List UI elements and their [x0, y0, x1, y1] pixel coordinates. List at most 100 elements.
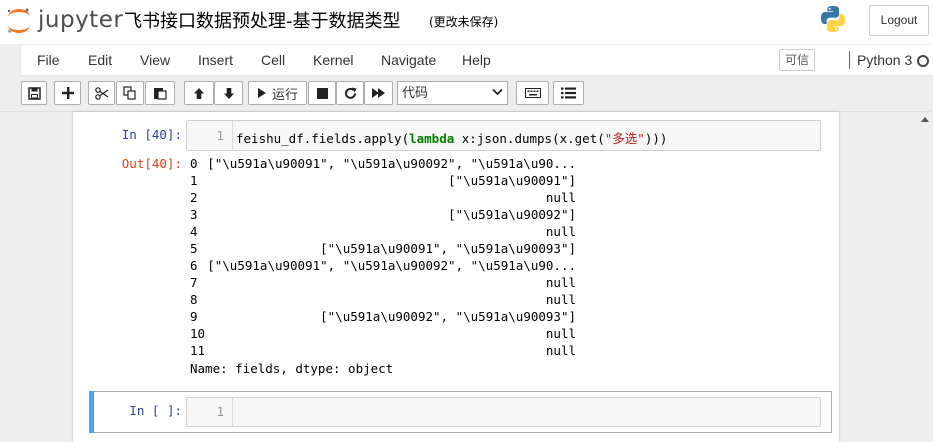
- menu-cell[interactable]: Cell: [261, 45, 285, 75]
- notebook-title[interactable]: 飞书接口数据预处理-基于数据类型: [124, 7, 401, 33]
- output-series-info: Name: fields, dtype: object: [190, 361, 394, 376]
- restart-button[interactable]: [336, 81, 364, 105]
- copy-icon: [123, 86, 136, 100]
- output-row: 9 ["\u591a\u90092", "\u591a\u90093"]: [190, 309, 576, 326]
- move-up-button[interactable]: [184, 81, 214, 105]
- output-row-index: 9: [190, 309, 198, 324]
- paste-button[interactable]: [145, 81, 175, 105]
- input-prompt: In [40]:: [121, 127, 182, 142]
- output-row-value: ["\u591a\u90092", "\u591a\u90093"]: [320, 309, 576, 324]
- save-icon: [27, 86, 41, 100]
- chevron-down-icon: [492, 88, 503, 96]
- output-row-index: 10: [190, 326, 206, 341]
- code-string: "多选": [604, 131, 645, 146]
- fast-forward-icon: [371, 88, 385, 98]
- output-row-index: 6: [190, 258, 198, 273]
- output-row-index: 1: [190, 173, 198, 188]
- output-row-value: null: [545, 224, 576, 239]
- play-icon: [258, 88, 266, 98]
- kernel-name[interactable]: Python 3: [857, 45, 912, 75]
- paste-icon: [154, 88, 167, 100]
- output-row: 5 ["\u591a\u90091", "\u591a\u90093"]: [190, 241, 576, 258]
- output-row-value: null: [545, 275, 576, 290]
- restart-run-all-button[interactable]: [364, 81, 393, 105]
- output-row-value: ["\u591a\u90091", "\u591a\u90093"]: [320, 241, 576, 256]
- code-token: x:json.dumps(x.get(: [454, 131, 605, 146]
- output-row-value: null: [545, 343, 576, 358]
- kernel-separator: [849, 51, 850, 69]
- output-row: 3 ["\u591a\u90092"]: [190, 207, 576, 224]
- output-row: 0 ["\u591a\u90091", "\u591a\u90092", "\u5…: [190, 156, 576, 173]
- code-line: feishu_df.fields.apply(lambda x:json.dum…: [236, 128, 667, 147]
- menu-kernel[interactable]: Kernel: [313, 45, 353, 75]
- line-number: 1: [216, 128, 224, 143]
- code-cell-input[interactable]: 1 feishu_df.fields.apply(lambda x:json.d…: [186, 120, 821, 151]
- header: jupyter 飞书接口数据预处理-基于数据类型 (更改未保存) Logout: [0, 0, 933, 44]
- run-button[interactable]: 运行: [248, 81, 307, 105]
- output-row-index: 5: [190, 241, 198, 256]
- menu-help[interactable]: Help: [462, 45, 491, 75]
- output-row-index: 4: [190, 224, 198, 239]
- output-row-value: null: [545, 190, 576, 205]
- keyboard-icon: [524, 88, 541, 98]
- python-logo-icon: [821, 6, 845, 32]
- menu-navigate[interactable]: Navigate: [381, 45, 436, 75]
- code-keyword: lambda: [409, 131, 455, 146]
- output-row: 4 null: [190, 224, 576, 241]
- jupyter-logo-text: jupyter: [38, 7, 124, 33]
- output-row: 2 null: [190, 190, 576, 207]
- output-row-index: 2: [190, 190, 198, 205]
- arrow-up-icon: [194, 87, 204, 99]
- jupyter-logo[interactable]: jupyter: [4, 5, 123, 35]
- kernel-idle-indicator-icon: [917, 55, 929, 67]
- menu-file[interactable]: File: [37, 45, 60, 75]
- output-row: 11 null: [190, 343, 576, 360]
- command-palette-button[interactable]: [516, 81, 549, 105]
- output-row: 8 null: [190, 292, 576, 309]
- menu-view[interactable]: View: [140, 45, 170, 75]
- output-row: 1 ["\u591a\u90091"]: [190, 173, 576, 190]
- restart-icon: [344, 87, 356, 99]
- menubar: File Edit View Insert Cell Kernel Naviga…: [20, 45, 933, 76]
- autosave-status: (更改未保存): [429, 15, 499, 29]
- logout-button[interactable]: Logout: [869, 5, 929, 36]
- input-prompt: In [ ]:: [129, 403, 182, 418]
- save-button[interactable]: [21, 81, 47, 105]
- code-token: feishu_df.fields.apply(: [236, 131, 410, 146]
- trusted-indicator[interactable]: 可信: [779, 49, 815, 71]
- selected-cell-indicator: [89, 391, 94, 433]
- cell-type-select[interactable]: 代码: [397, 81, 508, 105]
- output-row: 7 null: [190, 275, 576, 292]
- code-cell-input[interactable]: 1: [186, 397, 821, 427]
- output-row-value: ["\u591a\u90091", "\u591a\u90092", "\u59…: [207, 156, 576, 171]
- scroll-up-arrow-icon[interactable]: [921, 117, 929, 122]
- menu-edit[interactable]: Edit: [88, 45, 112, 75]
- menu-insert[interactable]: Insert: [198, 45, 233, 75]
- move-down-button[interactable]: [214, 81, 243, 105]
- output-row-value: ["\u591a\u90092"]: [448, 207, 576, 222]
- output-row-value: ["\u591a\u90091"]: [448, 173, 576, 188]
- output-row-value: null: [545, 292, 576, 307]
- toolbar: 运行 代码: [0, 78, 933, 110]
- arrow-down-icon: [223, 87, 234, 99]
- toc-button[interactable]: [553, 81, 584, 105]
- output-row-index: 8: [190, 292, 198, 307]
- line-number-gutter: 1: [187, 121, 233, 150]
- output-row-index: 11: [190, 343, 206, 358]
- stop-icon: [316, 87, 328, 99]
- list-icon: [561, 87, 576, 99]
- scissors-icon: [94, 86, 108, 100]
- run-button-label: 运行: [272, 86, 299, 102]
- copy-button[interactable]: [116, 81, 144, 105]
- output-row-index: 3: [190, 207, 198, 222]
- cell-type-value: 代码: [402, 85, 429, 100]
- plus-icon: [61, 87, 74, 99]
- cut-button[interactable]: [88, 81, 115, 105]
- output-row-value: null: [545, 326, 576, 341]
- interrupt-button[interactable]: [308, 81, 336, 105]
- output-row-value: ["\u591a\u90091", "\u591a\u90092", "\u59…: [207, 258, 576, 273]
- insert-cell-button[interactable]: [54, 81, 81, 105]
- line-number: 1: [216, 404, 224, 419]
- jupyter-logo-icon: [7, 8, 30, 33]
- line-number-gutter: 1: [187, 398, 233, 426]
